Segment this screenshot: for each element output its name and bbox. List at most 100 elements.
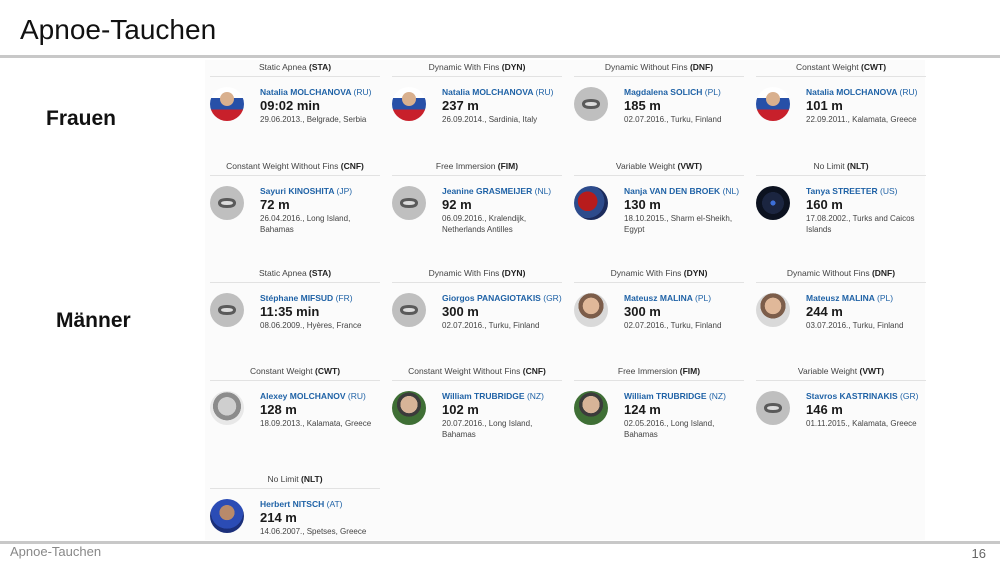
- diving-mask-icon: [756, 391, 790, 425]
- record-value: 102 m: [442, 402, 479, 417]
- athlete-name[interactable]: William TRUBRIDGE (NZ): [624, 391, 744, 402]
- athlete-name-text: Stéphane MIFSUD: [260, 293, 334, 303]
- discipline-code: (DYN): [501, 268, 526, 278]
- athlete-country: (PL): [695, 293, 712, 303]
- athlete-name[interactable]: Stéphane MIFSUD (FR): [260, 293, 380, 304]
- athlete-name-text: Tanya STREETER: [806, 186, 878, 196]
- footer-title: Apnoe-Tauchen: [10, 544, 102, 559]
- discipline-label: No Limit (NLT): [756, 159, 926, 176]
- diving-mask-icon: [210, 186, 244, 220]
- discipline-name: Dynamic Without Fins: [786, 268, 872, 278]
- athlete-avatar: [210, 391, 244, 425]
- athlete-avatar: [574, 391, 608, 425]
- athlete-name[interactable]: Tanya STREETER (US): [806, 186, 926, 197]
- athlete-name[interactable]: Natalia MOLCHANOVA (RU): [806, 87, 926, 98]
- record-card: Constant Weight Without Fins (CNF) Willia…: [392, 364, 562, 440]
- record-date-location: 03.07.2016., Turku, Finland: [806, 321, 904, 330]
- page-number: 16: [971, 546, 986, 561]
- record-card: Dynamic Without Fins (DNF) Mateusz MALINA…: [756, 266, 926, 331]
- record-date-location: 02.07.2016., Turku, Finland: [624, 115, 722, 124]
- discipline-code: (FIM): [497, 161, 519, 171]
- diving-mask-icon: [574, 87, 608, 121]
- athlete-name-text: William TRUBRIDGE: [624, 391, 707, 401]
- discipline-name: Variable Weight: [615, 161, 678, 171]
- discipline-name: Dynamic With Fins: [428, 268, 502, 278]
- athlete-name[interactable]: William TRUBRIDGE (NZ): [442, 391, 562, 402]
- athlete-name-text: William TRUBRIDGE: [442, 391, 525, 401]
- record-value: 244 m: [806, 304, 843, 319]
- athlete-name[interactable]: Mateusz MALINA (PL): [806, 293, 926, 304]
- discipline-name: Constant Weight: [249, 366, 316, 376]
- discipline-name: Dynamic With Fins: [610, 268, 684, 278]
- record-date-location: 02.07.2016., Turku, Finland: [624, 321, 722, 330]
- discipline-label: Free Immersion (FIM): [574, 364, 744, 381]
- athlete-name-text: Giorgos PANAGIOTAKIS: [442, 293, 541, 303]
- discipline-code: (CWT): [315, 366, 341, 376]
- athlete-name[interactable]: Jeanine GRASMEIJER (NL): [442, 186, 562, 197]
- athlete-name[interactable]: Giorgos PANAGIOTAKIS (GR): [442, 293, 562, 304]
- discipline-label: Constant Weight (CWT): [210, 364, 380, 381]
- athlete-name-text: Natalia MOLCHANOVA: [260, 87, 352, 97]
- athlete-name[interactable]: Sayuri KINOSHITA (JP): [260, 186, 380, 197]
- athlete-avatar: [210, 87, 244, 121]
- athlete-name-text: Mateusz MALINA: [624, 293, 693, 303]
- discipline-name: Free Immersion: [435, 161, 498, 171]
- discipline-name: Static Apnea: [258, 62, 310, 72]
- athlete-name[interactable]: Alexey MOLCHANOV (RU): [260, 391, 380, 402]
- discipline-name: Constant Weight Without Fins: [226, 161, 341, 171]
- athlete-name[interactable]: Magdalena SOLICH (PL): [624, 87, 744, 98]
- athlete-country: (US): [880, 186, 898, 196]
- record-card: Constant Weight (CWT) Alexey MOLCHANOV (R…: [210, 364, 380, 429]
- athlete-name[interactable]: Natalia MOLCHANOVA (RU): [260, 87, 380, 98]
- athlete-avatar: [574, 186, 608, 220]
- record-value: 237 m: [442, 98, 479, 113]
- discipline-code: (NLT): [300, 474, 323, 484]
- athlete-name[interactable]: Herbert NITSCH (AT): [260, 499, 380, 510]
- record-card: No Limit (NLT) Herbert NITSCH (AT) 214 m 14…: [210, 472, 380, 537]
- discipline-label: Free Immersion (FIM): [392, 159, 562, 176]
- athlete-avatar: [392, 391, 426, 425]
- record-date-location: 22.09.2011., Kalamata, Greece: [806, 115, 917, 124]
- athlete-name-text: Mateusz MALINA: [806, 293, 875, 303]
- athlete-avatar: [210, 499, 244, 533]
- record-date-location: 01.11.2015., Kalamata, Greece: [806, 419, 917, 428]
- record-date-location: 18.10.2015., Sharm el-Sheikh, Egypt: [624, 214, 733, 234]
- discipline-name: Free Immersion: [617, 366, 680, 376]
- discipline-code: (DNF): [689, 62, 714, 72]
- record-date-location: 26.09.2014., Sardinia, Italy: [442, 115, 538, 124]
- athlete-name-text: Natalia MOLCHANOVA: [442, 87, 534, 97]
- discipline-label: Dynamic With Fins (DYN): [574, 266, 744, 283]
- discipline-name: Variable Weight: [797, 366, 860, 376]
- athlete-country: (AT): [326, 499, 343, 509]
- record-date-location: 06.09.2016., Kralendijk, Netherlands Ant…: [442, 214, 527, 234]
- discipline-code: (STA): [309, 268, 332, 278]
- athlete-name-text: Alexey MOLCHANOV: [260, 391, 346, 401]
- discipline-code: (CNF): [340, 161, 364, 171]
- record-card: No Limit (NLT) Tanya STREETER (US) 160 m 17…: [756, 159, 926, 235]
- discipline-label: No Limit (NLT): [210, 472, 380, 489]
- athlete-name-text: Nanja VAN DEN BROEK: [624, 186, 721, 196]
- athlete-country: (RU): [899, 87, 918, 97]
- discipline-name: No Limit: [267, 474, 301, 484]
- discipline-label: Constant Weight (CWT): [756, 60, 926, 77]
- athlete-name[interactable]: Nanja VAN DEN BROEK (NL): [624, 186, 744, 197]
- athlete-country: (NL): [534, 186, 552, 196]
- record-value: 11:35 min: [260, 304, 320, 319]
- athlete-country: (FR): [335, 293, 353, 303]
- discipline-code: (STA): [309, 62, 332, 72]
- athlete-name[interactable]: Natalia MOLCHANOVA (RU): [442, 87, 562, 98]
- diving-mask-icon: [210, 293, 244, 327]
- discipline-label: Dynamic Without Fins (DNF): [574, 60, 744, 77]
- athlete-name[interactable]: Stavros KASTRINAKIS (GR): [806, 391, 926, 402]
- record-card: Free Immersion (FIM) William TRUBRIDGE (N…: [574, 364, 744, 440]
- athlete-name-text: Sayuri KINOSHITA: [260, 186, 335, 196]
- discipline-name: Constant Weight Without Fins: [408, 366, 523, 376]
- athlete-name-text: Natalia MOLCHANOVA: [806, 87, 898, 97]
- record-value: 128 m: [260, 402, 297, 417]
- discipline-label: Dynamic With Fins (DYN): [392, 266, 562, 283]
- athlete-name[interactable]: Mateusz MALINA (PL): [624, 293, 744, 304]
- record-value: 146 m: [806, 402, 843, 417]
- record-card: Constant Weight Without Fins (CNF) Sayuri…: [210, 159, 380, 235]
- athlete-avatar: [756, 293, 790, 327]
- discipline-label: Constant Weight Without Fins (CNF): [392, 364, 562, 381]
